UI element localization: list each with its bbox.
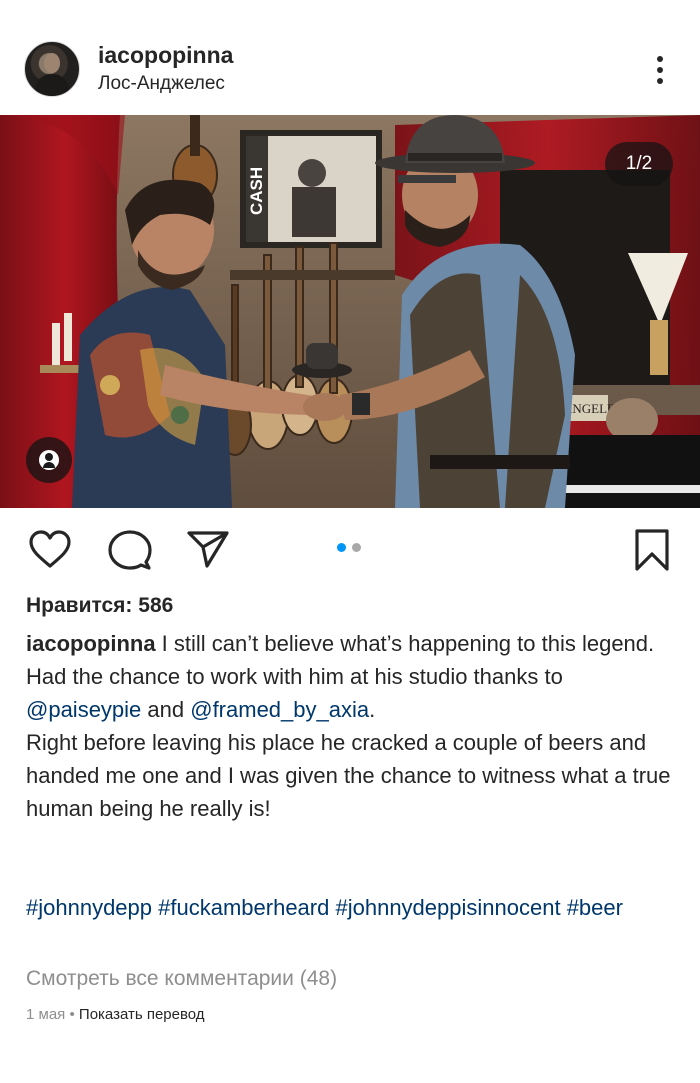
bookmark-icon[interactable] <box>632 528 672 572</box>
caption-line2: Had the chance to work with him at his s… <box>26 664 563 689</box>
carousel-indicator <box>337 543 367 553</box>
username[interactable]: iacopopinna <box>98 42 233 69</box>
caption-period: . <box>369 697 376 722</box>
heart-icon[interactable] <box>28 529 72 569</box>
hashtag-link[interactable]: #fuckamberheard <box>158 895 329 920</box>
translate-link[interactable]: Показать перевод <box>79 1006 205 1023</box>
post-meta: 1 мая • Показать перевод <box>26 1006 205 1023</box>
hashtag-link[interactable]: #johnnydepp <box>26 895 152 920</box>
share-icon[interactable] <box>186 529 230 569</box>
view-comments-link[interactable]: Смотреть все комментарии (48) <box>26 967 337 991</box>
avatar[interactable] <box>24 41 80 97</box>
post-date: 1 мая <box>26 1006 66 1023</box>
avatar-shoulders <box>35 74 69 96</box>
hashtags: #johnnydepp #fuckamberheard #johnnydeppi… <box>26 891 676 924</box>
avatar-head <box>44 53 60 73</box>
location[interactable]: Лос-Анджелес <box>98 73 225 95</box>
post-photo[interactable]: CASH ANGELES 1/2 <box>0 115 700 508</box>
comment-icon[interactable] <box>108 529 152 571</box>
hashtag-link[interactable]: #beer <box>567 895 623 920</box>
caption-and: and <box>141 697 191 722</box>
photo-illustration: CASH ANGELES <box>0 115 700 508</box>
user-tag-icon[interactable] <box>26 437 72 483</box>
likes-count[interactable]: Нравится: 586 <box>26 594 173 618</box>
caption-line1: I still can’t believe what’s happening t… <box>155 631 655 656</box>
hashtag-link[interactable]: #johnnydeppisinnocent <box>335 895 560 920</box>
caption: iacopopinna I still can’t believe what’s… <box>26 627 676 825</box>
mention-link[interactable]: @paiseypie <box>26 697 141 722</box>
carousel-dot <box>352 543 361 552</box>
more-vertical-icon[interactable] <box>648 50 672 90</box>
post-header: iacopopinna Лос-Анджелес <box>0 0 700 115</box>
caption-username[interactable]: iacopopinna <box>26 631 156 656</box>
meta-separator: • <box>69 1006 75 1023</box>
mention-link[interactable]: @framed_by_axia <box>190 697 369 722</box>
carousel-dot-active <box>337 543 346 552</box>
caption-line3: Right before leaving his place he cracke… <box>26 730 671 821</box>
poster-text: CASH <box>247 167 266 215</box>
photo-counter: 1/2 <box>605 142 673 186</box>
